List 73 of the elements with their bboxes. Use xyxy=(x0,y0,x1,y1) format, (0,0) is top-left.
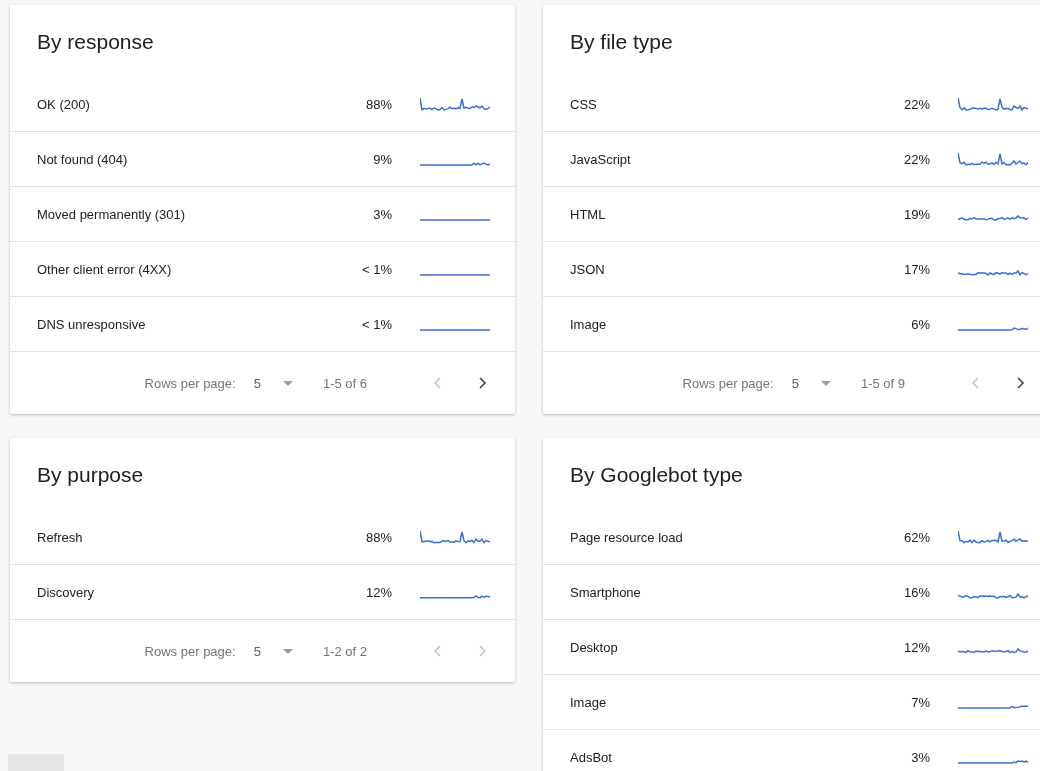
rows-per-page-label: Rows per page: xyxy=(144,375,236,391)
row-label: Refresh xyxy=(37,529,84,545)
caret-icon xyxy=(282,648,293,654)
percent-value: 7% xyxy=(910,694,930,710)
row-label: Page resource load xyxy=(570,529,684,545)
percent-value: 19% xyxy=(902,206,930,222)
row-label: Moved permanently (301) xyxy=(37,206,187,222)
page-range: 1-2 of 2 xyxy=(322,643,367,659)
chevron-left-icon xyxy=(971,377,979,389)
percent-value: < 1% xyxy=(361,261,392,277)
row-label: HTML xyxy=(570,206,607,222)
rows-per-page-label: Rows per page: xyxy=(144,643,236,659)
chevron-right-icon xyxy=(479,645,487,657)
chevron-right-icon xyxy=(1017,377,1025,389)
row-label: Discovery xyxy=(37,584,96,600)
chevron-right-icon xyxy=(479,377,487,389)
row-label: Other client error (4XX) xyxy=(37,261,173,277)
rows-per-page-select[interactable]: 5 xyxy=(253,643,293,659)
percent-value: 6% xyxy=(910,316,930,332)
percent-value: 88% xyxy=(364,96,392,112)
percent-value: 9% xyxy=(372,151,392,167)
card-title: By file type xyxy=(569,29,674,55)
sparkline-drawing xyxy=(958,530,1028,544)
row-label: DNS unresponsive xyxy=(37,316,147,332)
percent-value: 17% xyxy=(902,261,930,277)
percent-value: 3% xyxy=(372,206,392,222)
sparkline-drawing xyxy=(958,270,1028,276)
percent-value: 12% xyxy=(902,639,930,655)
percent-value: 3% xyxy=(910,749,930,765)
card-title: By response xyxy=(36,29,155,55)
row-label: OK (200) xyxy=(37,96,91,112)
sparkline-drawing xyxy=(420,97,490,111)
sparkline-drawing xyxy=(958,648,1028,654)
percent-value: 12% xyxy=(364,584,392,600)
sparkline-drawing xyxy=(958,593,1028,599)
rows-per-page-select[interactable]: 5 xyxy=(253,375,293,391)
row-label: JavaScript xyxy=(570,151,632,167)
sparkline-drawing xyxy=(958,327,1028,331)
row-label: CSS xyxy=(570,96,598,112)
percent-value: < 1% xyxy=(361,316,392,332)
percent-value: 62% xyxy=(902,529,930,545)
sparkline-drawing xyxy=(420,530,490,544)
caret-icon xyxy=(282,380,293,386)
sparkline-drawing xyxy=(958,760,1028,764)
sparkline-drawing xyxy=(420,595,490,599)
percent-value: 16% xyxy=(902,584,930,600)
card-title: By purpose xyxy=(36,462,145,488)
row-label: Not found (404) xyxy=(37,151,129,167)
row-label: Image xyxy=(570,694,608,710)
page-range: 1-5 of 6 xyxy=(322,375,367,391)
sparkline-drawing xyxy=(958,97,1028,111)
row-label: JSON xyxy=(570,261,606,277)
percent-value: 22% xyxy=(902,151,930,167)
card-title: By Googlebot type xyxy=(569,462,744,488)
chevron-left-icon xyxy=(433,377,441,389)
row-label: Desktop xyxy=(570,639,619,655)
row-label: Smartphone xyxy=(570,584,642,600)
sparkline-drawing xyxy=(420,329,490,331)
sparkline-drawing xyxy=(420,219,490,221)
sparkline-drawing xyxy=(420,274,490,276)
percent-value: 22% xyxy=(902,96,930,112)
rows-per-page-select[interactable]: 5 xyxy=(791,375,831,391)
sparkline-drawing xyxy=(420,162,490,166)
percent-value: 88% xyxy=(364,529,392,545)
sparkline-drawing xyxy=(958,152,1028,166)
rows-per-page-label: Rows per page: xyxy=(682,375,774,391)
row-label: AdsBot xyxy=(570,749,613,765)
sparkline-drawing xyxy=(958,215,1028,221)
caret-icon xyxy=(820,380,831,386)
page-range: 1-5 of 9 xyxy=(860,375,905,391)
row-label: Image xyxy=(570,316,608,332)
sparkline-drawing xyxy=(958,705,1028,709)
chevron-left-icon xyxy=(433,645,441,657)
